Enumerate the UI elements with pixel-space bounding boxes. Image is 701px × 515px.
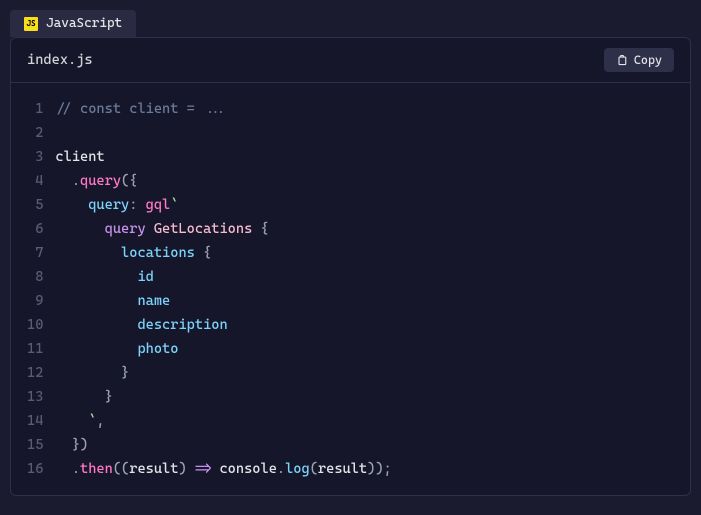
line-number: 5 <box>27 193 43 217</box>
panel-header: index.js Copy <box>11 38 690 83</box>
token <box>55 413 88 429</box>
token <box>55 317 137 333</box>
token: id <box>137 269 153 285</box>
code-line: }) <box>55 433 391 457</box>
line-numbers: 1 2 3 4 5 6 7 8 9 10 11 12 13 14 15 16 <box>11 97 55 481</box>
code-line: `, <box>55 409 391 433</box>
line-number: 14 <box>27 409 43 433</box>
token: } <box>105 389 113 405</box>
token <box>55 365 121 381</box>
token: . <box>277 461 285 477</box>
js-icon: JS <box>24 17 38 31</box>
token: query <box>105 221 146 237</box>
line-number: 7 <box>27 241 43 265</box>
line-number: 2 <box>27 121 43 145</box>
tab-bar: JS JavaScript <box>10 10 691 37</box>
token <box>55 269 137 285</box>
code-line: } <box>55 361 391 385</box>
code-line: query GetLocations { <box>55 217 391 241</box>
code-line: id <box>55 265 391 289</box>
filename: index.js <box>27 52 93 68</box>
token: } <box>121 365 129 381</box>
copy-button[interactable]: Copy <box>604 48 674 72</box>
token <box>55 197 88 213</box>
token: : <box>129 197 145 213</box>
token: { <box>195 245 211 261</box>
code-panel: index.js Copy 1 2 3 4 5 6 7 8 9 10 11 12… <box>10 37 691 496</box>
code-line: photo <box>55 337 391 361</box>
line-number: 3 <box>27 145 43 169</box>
token: ( <box>310 461 318 477</box>
tab-label: JavaScript <box>46 16 122 31</box>
token: . <box>72 461 80 477</box>
code-line <box>55 121 391 145</box>
token: ` <box>170 197 178 213</box>
line-number: 11 <box>27 337 43 361</box>
token <box>55 341 137 357</box>
token: description <box>137 317 227 333</box>
line-number: 15 <box>27 433 43 457</box>
token: photo <box>137 341 178 357</box>
token: }) <box>72 437 88 453</box>
token: log <box>285 461 310 477</box>
code-line: query: gql` <box>55 193 391 217</box>
token: )); <box>367 461 392 477</box>
code-line: .then((result) => console.log(result)); <box>55 457 391 481</box>
token: // const client = ... <box>55 101 227 117</box>
code-line: locations { <box>55 241 391 265</box>
token <box>55 293 137 309</box>
token <box>55 389 104 405</box>
line-number: 4 <box>27 169 43 193</box>
tab-javascript[interactable]: JS JavaScript <box>10 10 136 37</box>
code-line: name <box>55 289 391 313</box>
line-number: 8 <box>27 265 43 289</box>
token <box>55 437 71 453</box>
token: result <box>318 461 367 477</box>
token <box>55 221 104 237</box>
token: console <box>219 461 276 477</box>
token: => <box>195 461 211 477</box>
token: ) <box>178 461 194 477</box>
line-number: 9 <box>27 289 43 313</box>
line-number: 12 <box>27 361 43 385</box>
token <box>55 173 71 189</box>
code-line: // const client = ... <box>55 97 391 121</box>
code-line: description <box>55 313 391 337</box>
token: GetLocations <box>154 221 252 237</box>
token: locations <box>121 245 195 261</box>
token <box>55 461 71 477</box>
code-content[interactable]: // const client = ... client .query({ qu… <box>55 97 407 481</box>
clipboard-icon <box>616 54 628 66</box>
code-line: .query({ <box>55 169 391 193</box>
line-number: 13 <box>27 385 43 409</box>
token <box>55 245 121 261</box>
token: (( <box>113 461 129 477</box>
token: ({ <box>121 173 137 189</box>
token: { <box>252 221 268 237</box>
token: , <box>96 413 104 429</box>
line-number: 10 <box>27 313 43 337</box>
token: then <box>80 461 113 477</box>
token <box>146 221 154 237</box>
line-number: 16 <box>27 457 43 481</box>
token: client <box>55 149 104 165</box>
token: name <box>137 293 170 309</box>
line-number: 6 <box>27 217 43 241</box>
token: gql <box>146 197 171 213</box>
code-area: 1 2 3 4 5 6 7 8 9 10 11 12 13 14 15 16 /… <box>11 83 690 495</box>
token: query <box>80 173 121 189</box>
token: result <box>129 461 178 477</box>
copy-label: Copy <box>634 53 662 67</box>
code-line: } <box>55 385 391 409</box>
token: . <box>72 173 80 189</box>
line-number: 1 <box>27 97 43 121</box>
token: query <box>88 197 129 213</box>
code-line: client <box>55 145 391 169</box>
